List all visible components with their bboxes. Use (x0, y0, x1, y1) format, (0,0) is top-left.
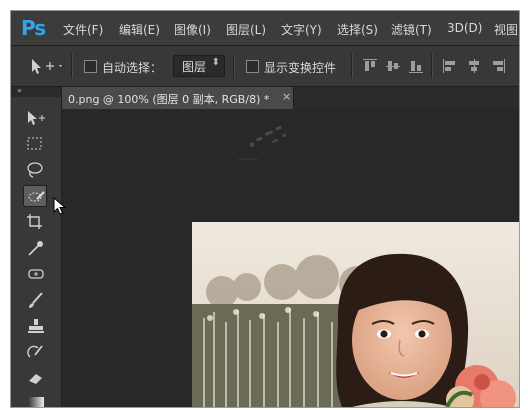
auto-select-label: 自动选择： (102, 61, 163, 75)
tool-preset-picker[interactable] (29, 55, 63, 77)
tools-panel-header[interactable]: » (11, 86, 61, 97)
eraser-icon (29, 374, 42, 384)
watermark-graphic (238, 125, 287, 160)
menu-3d[interactable]: 3D(D) (447, 21, 482, 35)
options-separator (431, 54, 433, 78)
align-vertical-center-icon[interactable] (386, 59, 400, 73)
options-separator (71, 54, 73, 78)
move-tool[interactable] (23, 107, 47, 129)
menu-layer[interactable]: 图层(L) (226, 21, 266, 38)
options-separator (233, 54, 235, 78)
quick-selection-tool[interactable] (23, 185, 47, 207)
rectangular-marquee-icon (27, 137, 42, 150)
history-brush-icon (27, 345, 43, 358)
bandage-icon (28, 269, 44, 279)
photoshop-window: Ps 文件(F) 编辑(E) 图像(I) 图层(L) 文字(Y) 选择(S) 滤… (10, 10, 520, 408)
menu-file[interactable]: 文件(F) (63, 21, 103, 38)
mouse-cursor-icon (53, 197, 67, 215)
portrait-photo (192, 222, 519, 407)
align-top-icon[interactable] (363, 59, 377, 73)
align-horizontal-center-icon[interactable] (467, 59, 481, 73)
crop-tool[interactable] (23, 211, 47, 233)
dropdown-value: 图层 (182, 60, 207, 74)
align-bottom-icon[interactable] (409, 59, 423, 73)
document-tab-bar: 0.png @ 100% (图层 0 副本, RGB/8) * × (62, 87, 519, 109)
clone-stamp-tool[interactable] (23, 315, 47, 337)
menu-type[interactable]: 文字(Y) (281, 21, 322, 38)
auto-select-target-dropdown[interactable]: 图层 ⬍ (173, 55, 225, 77)
eraser-tool[interactable] (23, 367, 47, 389)
options-separator (351, 54, 353, 78)
history-brush-tool[interactable] (23, 341, 47, 363)
document-image[interactable] (192, 222, 519, 407)
marquee-tool[interactable] (23, 133, 47, 155)
align-right-icon[interactable] (491, 59, 505, 73)
healing-brush-tool[interactable] (23, 263, 47, 285)
menu-view[interactable]: 视图 (494, 21, 518, 38)
options-bar: 自动选择： 图层 ⬍ 显示变换控件 (11, 46, 519, 87)
app-logo: Ps (21, 16, 46, 40)
close-tab-icon[interactable]: × (282, 90, 291, 103)
menu-edit[interactable]: 编辑(E) (119, 21, 160, 38)
document-tab[interactable]: 0.png @ 100% (图层 0 副本, RGB/8) * × (62, 87, 294, 109)
stamp-icon (28, 319, 44, 333)
show-transform-checkbox[interactable] (246, 60, 259, 73)
canvas-area[interactable] (62, 109, 519, 407)
gradient-icon (28, 397, 44, 407)
eyedropper-tool[interactable] (23, 237, 47, 259)
auto-select-checkbox[interactable] (84, 60, 97, 73)
move-tool-icon (28, 111, 45, 125)
lasso-icon (27, 162, 43, 178)
crop-icon (27, 214, 42, 229)
brush-tool[interactable] (23, 289, 47, 311)
gradient-tool[interactable] (23, 393, 47, 407)
document-tab-title: 0.png @ 100% (图层 0 副本, RGB/8) * (68, 93, 270, 106)
menu-select[interactable]: 选择(S) (337, 21, 378, 38)
quick-selection-icon (28, 191, 45, 202)
menu-image[interactable]: 图像(I) (174, 21, 211, 38)
menu-filter[interactable]: 滤镜(T) (391, 21, 432, 38)
show-transform-label: 显示变换控件 (264, 61, 337, 75)
align-left-icon[interactable] (443, 59, 457, 73)
menu-bar: Ps 文件(F) 编辑(E) 图像(I) 图层(L) 文字(Y) 选择(S) 滤… (11, 11, 519, 46)
tools-panel: » (11, 86, 62, 407)
dropdown-arrows-icon: ⬍ (211, 57, 220, 68)
eyedropper-icon (28, 241, 43, 256)
move-tool-icon (32, 59, 62, 74)
brush-icon (29, 292, 43, 308)
lasso-tool[interactable] (23, 159, 47, 181)
collapse-panel-icon[interactable]: » (17, 86, 22, 95)
